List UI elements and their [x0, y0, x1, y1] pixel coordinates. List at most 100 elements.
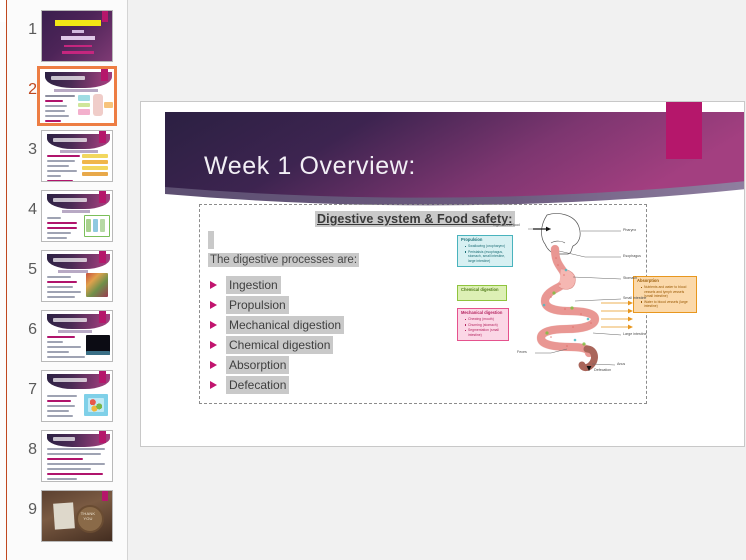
thumbnail-number: 5 — [28, 261, 37, 278]
diagram-box-item: Churning (stomach) — [465, 323, 505, 328]
diagram-label-stomach: Stomach — [623, 276, 638, 280]
thumbnail-frame[interactable] — [41, 190, 113, 242]
diagram-box-item: Nutrients and water to blood vessels and… — [641, 285, 693, 299]
diagram-box-item: Swallowing (oropharynx) — [465, 244, 509, 249]
slide-editing-surface[interactable]: Week 1 Overview: Digestive system & Food… — [128, 0, 746, 560]
diagram-box-mechanical-digestion: Mechanical digestion Chewing (mouth) Chu… — [457, 308, 509, 342]
thumbnail-slide-1[interactable]: 1 — [7, 8, 127, 68]
blank-line-selection — [208, 231, 214, 249]
diagram-box-item: Chewing (mouth) — [465, 317, 505, 322]
list-item[interactable]: Absorption — [208, 355, 468, 375]
diagram-label-small-intestine: Small intestine — [623, 296, 647, 300]
list-item[interactable]: Chemical digestion — [208, 335, 468, 355]
list-item-label: Propulsion — [226, 296, 289, 314]
list-item-label: Ingestion — [226, 276, 281, 294]
thumbnail-frame[interactable] — [41, 130, 113, 182]
thumbnail-frame[interactable] — [41, 430, 113, 482]
pink-tab-icon — [99, 191, 106, 203]
mini-title-bar — [53, 318, 87, 322]
mini-bullet-lines — [47, 217, 77, 241]
arrow-bullet-icon — [210, 321, 217, 329]
thumbnail-frame-selected[interactable] — [37, 66, 117, 126]
thumbnail-frame[interactable] — [41, 250, 113, 302]
thumbnail-slide-7[interactable]: 7 — [7, 368, 127, 428]
mini-bullet-lines — [45, 95, 75, 123]
mini-dark-photo-footer — [86, 351, 110, 355]
thumbnail-number: 6 — [28, 321, 37, 338]
diagram-box-title: Absorption — [637, 278, 659, 283]
bullet-list[interactable]: Ingestion Propulsion Mechanical digestio… — [208, 275, 468, 395]
thumbnail-preview — [42, 191, 112, 241]
list-item[interactable]: Ingestion — [208, 275, 468, 295]
thumbnail-preview — [40, 69, 114, 123]
thumbnail-preview: THANK YOU — [42, 491, 112, 541]
powerpoint-window: 1 2 3 4 5 6 7 8 9 THANK YOU Week 1 Overv… — [0, 0, 746, 560]
diagram-label-esophagus: Esophagus — [623, 254, 641, 258]
thank-you-text: THANK YOU — [80, 511, 96, 521]
thumbnail-frame[interactable] — [41, 310, 113, 362]
mini-bullet-lines — [47, 276, 81, 301]
mini-image-1 — [86, 219, 91, 232]
thumbnail-slide-5[interactable]: 5 — [7, 248, 127, 308]
list-item[interactable]: Defecation — [208, 375, 468, 395]
meta-line-1 — [64, 45, 92, 47]
diagram-box-item: Peristalsis (esophagus, stomach, small i… — [465, 250, 509, 264]
current-slide[interactable]: Week 1 Overview: Digestive system & Food… — [140, 101, 745, 447]
thumbnail-preview — [42, 251, 112, 301]
arrow-bullet-icon — [210, 301, 217, 309]
mini-title-bar — [53, 258, 87, 262]
thumbnail-frame[interactable] — [41, 10, 113, 62]
thumbnail-preview — [42, 131, 112, 181]
pink-tab-icon — [101, 69, 108, 81]
mini-reference-lines — [47, 448, 105, 481]
diagram-box-title: Mechanical digestion — [461, 310, 503, 315]
diagram-box-item: Segmentation (small intestine) — [465, 328, 505, 337]
mini-table-row-3 — [82, 166, 108, 170]
mini-bullet-lines — [47, 395, 77, 420]
diagram-label-ingestion: Ingestion of food — [493, 223, 520, 227]
mini-title-bar — [53, 138, 87, 142]
pink-tab-icon — [99, 311, 106, 323]
diagram-label-anus: Anus — [617, 362, 626, 366]
arrow-bullet-icon — [210, 361, 217, 369]
slide-thumbnail-pane[interactable]: 1 2 3 4 5 6 7 8 9 THANK YOU — [7, 0, 128, 560]
mini-title-bar — [53, 378, 87, 382]
thumbnail-preview — [42, 431, 112, 481]
thumbnail-number: 4 — [28, 201, 37, 218]
thumbnail-slide-9[interactable]: 9 THANK YOU — [7, 488, 127, 548]
list-item-label: Chemical digestion — [226, 336, 334, 354]
arrow-bullet-icon — [210, 281, 217, 289]
thumbnail-slide-4[interactable]: 4 — [7, 188, 127, 248]
digestive-system-diagram[interactable]: Propulsion Swallowing (oropharynx) Peris… — [455, 213, 700, 373]
thumbnail-slide-3[interactable]: 3 — [7, 128, 127, 188]
arrow-bullet-icon — [210, 341, 217, 349]
thumbnail-slide-8[interactable]: 8 — [7, 428, 127, 488]
thumbnail-number: 2 — [28, 81, 37, 98]
author-line — [61, 36, 95, 40]
thumbnail-frame[interactable] — [41, 370, 113, 422]
thumbnail-number: 9 — [28, 501, 37, 518]
thumbnail-slide-6[interactable]: 6 — [7, 308, 127, 368]
content-placeholder[interactable]: Digestive system & Food safety: The dige… — [199, 204, 697, 404]
list-item[interactable]: Propulsion — [208, 295, 468, 315]
list-item-label: Defecation — [226, 376, 290, 394]
mini-image-2 — [93, 219, 98, 232]
diagram-box-absorption: Absorption Nutrients and water to blood … — [633, 276, 697, 314]
thumbnail-preview — [42, 311, 112, 361]
title-highlight — [55, 20, 101, 26]
thumbnail-slide-2[interactable]: 2 — [7, 66, 127, 128]
mini-section-heading — [60, 150, 98, 153]
mini-diagram-box-2 — [78, 103, 90, 107]
mini-image-3 — [100, 219, 105, 232]
lead-line[interactable]: The digestive processes are: — [208, 253, 360, 267]
slide-title[interactable]: Week 1 Overview: — [204, 152, 416, 181]
pink-tab-icon — [102, 11, 108, 22]
notebook-icon — [53, 502, 75, 530]
thumbnail-frame[interactable]: THANK YOU — [41, 490, 113, 542]
pink-tab-icon — [99, 371, 106, 383]
list-item[interactable]: Mechanical digestion — [208, 315, 468, 335]
mini-section-heading — [58, 270, 88, 273]
diagram-label-defecation: Defecation — [594, 368, 612, 372]
mini-bullet-lines — [47, 336, 85, 361]
mini-section-heading — [58, 330, 92, 333]
